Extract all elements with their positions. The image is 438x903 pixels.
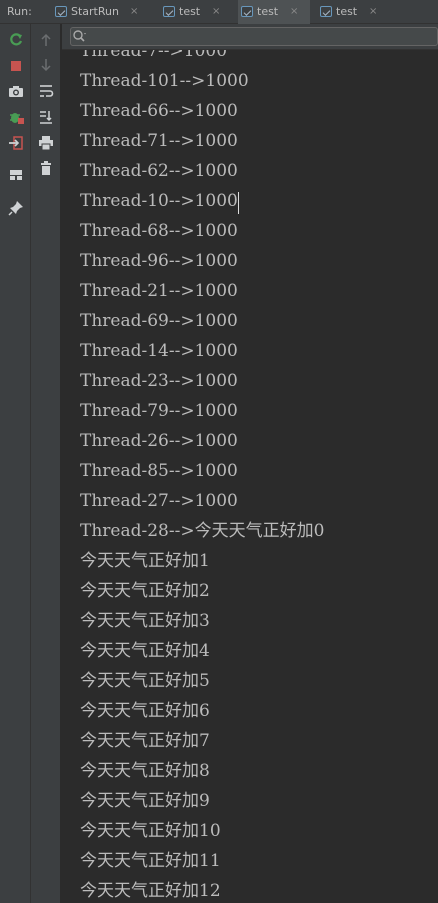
exit-icon[interactable] [8,135,24,151]
console-line: Thread-28-->今天天气正好加0 [80,521,325,541]
run-tab-bar: Run: StartRun × test × test × test × [0,0,438,24]
arrow-down-icon[interactable] [38,57,54,73]
console-line: 今天天气正好加2 [80,581,210,601]
search-icon [72,28,88,44]
console-line: Thread-21-->1000 [80,281,238,301]
soft-wrap-icon[interactable] [38,83,54,99]
console-line: Thread-85-->1000 [80,461,238,481]
console-line: 今天天气正好加9 [80,791,210,811]
console-line: 今天天气正好加8 [80,761,210,781]
tab-test-1[interactable]: test × [160,0,232,24]
console-line: 今天天气正好加3 [80,611,210,631]
console-line: Thread-26-->1000 [80,431,238,451]
tab-label: test [257,5,279,18]
search-input[interactable] [89,28,429,45]
tab-label: StartRun [71,5,119,18]
scroll-to-end-icon[interactable] [38,109,54,125]
console-line: Thread-10-->1000 [80,191,238,211]
debug-icon[interactable] [8,109,24,125]
console-line: Thread-96-->1000 [80,251,238,271]
console-line: Thread-27-->1000 [80,491,238,511]
console-line: Thread-23-->1000 [80,371,238,391]
run-toolbar [0,24,31,903]
console-line: Thread-66-->1000 [80,101,238,121]
console-line: 今天天气正好加12 [80,881,221,901]
print-icon[interactable] [38,135,54,151]
tab-test-2[interactable]: test × [238,0,310,24]
console-line: 今天天气正好加11 [80,851,221,871]
console-line: Thread-62-->1000 [80,161,238,181]
close-icon[interactable]: × [369,0,377,24]
console-line: 今天天气正好加6 [80,701,210,721]
console-line: Thread-79-->1000 [80,401,238,421]
console-line: Thread-68-->1000 [80,221,238,241]
console-line: 今天天气正好加4 [80,641,210,661]
layout-icon[interactable] [8,167,24,183]
pin-icon[interactable] [8,200,24,216]
rerun-icon[interactable] [8,32,24,48]
console-line: Thread-14-->1000 [80,341,238,361]
run-config-icon [55,6,67,17]
tab-label: test [179,5,201,18]
console-search-bar [62,24,438,50]
run-config-icon [241,6,253,17]
close-icon[interactable]: × [130,0,138,24]
close-icon[interactable]: × [212,0,220,24]
stop-icon[interactable] [8,58,24,74]
camera-icon[interactable] [8,83,24,99]
tab-startrun[interactable]: StartRun × [52,0,148,24]
tab-test-3[interactable]: test × [317,0,389,24]
console-line: 今天天气正好加5 [80,671,210,691]
console-line: Thread-71-->1000 [80,131,238,151]
text-caret [238,192,239,214]
console-line: 今天天气正好加10 [80,821,221,841]
console-output[interactable]: Thread-7-->1000 Thread-101-->1000 Thread-6… [62,50,438,903]
console-lines: Thread-7-->1000 Thread-101-->1000 Thread-6… [80,50,324,903]
run-config-icon [163,6,175,17]
arrow-up-icon[interactable] [38,32,54,48]
close-icon[interactable]: × [290,0,298,24]
run-config-icon [320,6,332,17]
console-line: Thread-7-->1000 [80,50,228,61]
console-line: Thread-69-->1000 [80,311,238,331]
trash-icon[interactable] [38,160,54,176]
search-box[interactable] [70,27,438,46]
console-line: Thread-101-->1000 [80,71,249,91]
console-toolbar [31,24,61,903]
console-line: 今天天气正好加7 [80,731,210,751]
tab-label: test [336,5,358,18]
run-label: Run: [7,5,32,18]
console-line: 今天天气正好加1 [80,551,210,571]
